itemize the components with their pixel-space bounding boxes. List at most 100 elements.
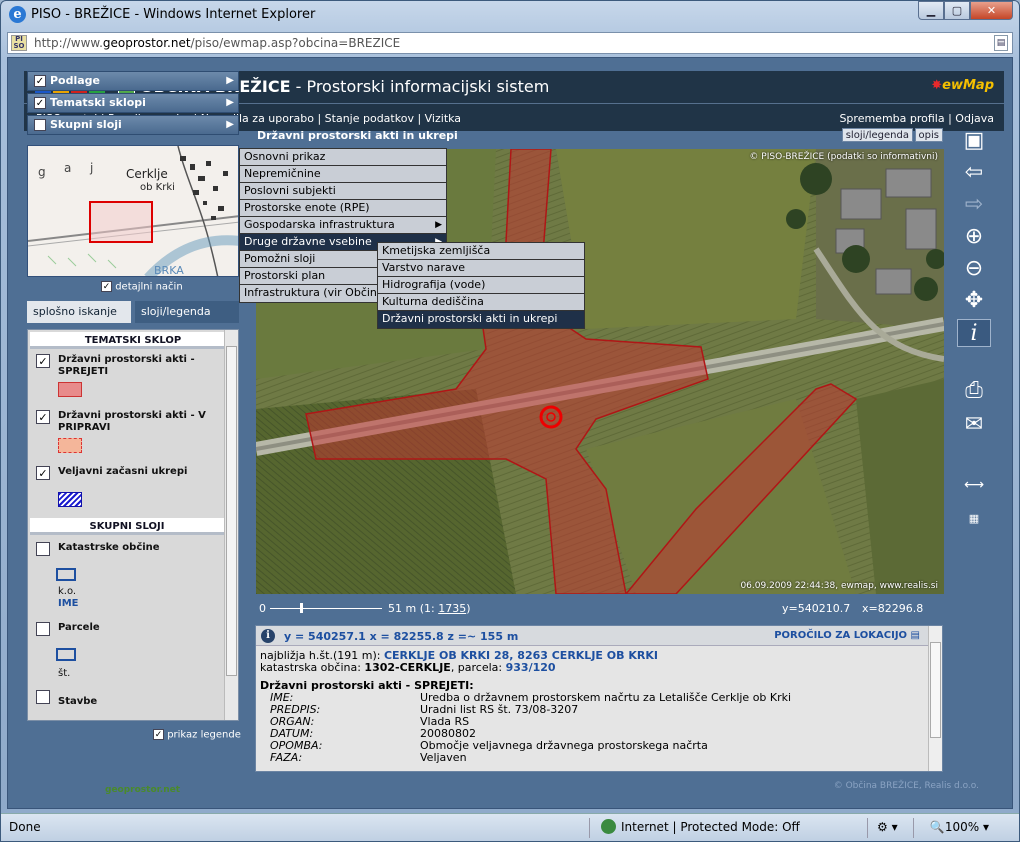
svg-text:j: j [89,161,93,175]
page-dropdown-icon[interactable]: ▤ [994,35,1008,51]
show-legend-toggle[interactable]: ✓ prikaz legende [153,729,241,741]
ewmap-logo: ✸ewMap [931,78,994,93]
svg-text:Cerklje: Cerklje [126,167,168,181]
submenu-item[interactable]: Kulturna dediščina [378,294,584,311]
info-attributes: IME: Uredba o državnem prostorskem načrtu… [270,691,792,764]
description-button[interactable]: opis [914,128,943,142]
menu-item[interactable]: Osnovni prikaz [240,149,446,166]
parcel-link[interactable]: 933/120 [506,661,556,674]
menu-item[interactable]: Nepremičnine [240,166,446,183]
checkbox[interactable]: ✓ [36,466,50,480]
legend-section-title: SKUPNI SLOJI [30,518,224,535]
checkbox[interactable]: ✓ [36,354,50,368]
chevron-right-icon: ▶ [226,97,234,108]
zoom-in-icon[interactable]: ⊕ [957,223,991,251]
document-icon: ▤ [910,630,920,641]
submenu-item[interactable]: Državni prostorski akti in ukrepi [378,311,584,328]
checkbox[interactable] [36,690,50,704]
checkbox[interactable] [36,542,50,556]
svg-text:BRKA: BRKA [154,264,184,277]
print-icon[interactable]: ⎙ [957,377,991,405]
left-panel: ✓ Podlage ▶ ✓ Tematski sklopi ▶ Skupni sloji… [27,71,241,795]
tab-layers-legend[interactable]: sloji/legenda [135,301,239,323]
protected-mode-icon[interactable]: ⚙ ▾ [877,820,898,834]
layers-legend-button[interactable]: sloji/legenda [841,128,913,142]
checkbox[interactable]: ✓ [153,729,164,740]
security-zone[interactable]: Internet | Protected Mode: Off [621,820,800,834]
info-coordinates: y = 540257.1 x = 82255.8 z =~ 155 m [284,630,519,643]
chevron-right-icon: ▶ [435,220,442,230]
svg-text:a: a [64,161,71,175]
chevron-right-icon: ▶ [226,75,234,86]
title-bar: e PISO - BREŽICE - Windows Internet Expl… [1,1,1019,29]
legend-symbol [58,382,82,397]
map-overview-icon[interactable]: ▣ [957,127,991,155]
submenu: Kmetijska zemljišča Varstvo narave Hidro… [377,242,585,329]
status-bar: Done Internet | Protected Mode: Off ⚙ ▾ … [1,813,1019,841]
ie-icon: e [9,6,26,23]
legend-symbol [58,492,82,507]
browser-window: e PISO - BREŽICE - Windows Internet Expl… [0,0,1020,842]
menu-item-with-submenu[interactable]: Gospodarska infrastruktura ▶ [240,217,446,234]
dkn-icon[interactable]: ▦ [957,505,991,533]
nav-profile-links[interactable]: Sprememba profila | Odjava [839,112,994,125]
legend-symbol [58,438,82,453]
scale-link[interactable]: 1735 [438,602,466,615]
zoom-level[interactable]: 🔍100% ▾ [930,820,989,834]
checkbox[interactable] [36,622,50,636]
map-copyright: © PISO-BREŽICE (podatki so informativni) [749,152,938,162]
submenu-item[interactable]: Hidrografija (vode) [378,277,584,294]
submenu-item[interactable]: Varstvo narave [378,260,584,277]
pan-icon[interactable]: ✥ [957,287,991,315]
info-icon: i [261,629,275,643]
scale-bar: 0 51 m (1: 1735) y=540210.7 x=82296.8 [259,602,924,615]
submenu-item[interactable]: Kmetijska zemljišča [378,243,584,260]
window-title: PISO - BREŽICE - Windows Internet Explor… [31,7,316,22]
checkbox[interactable] [34,119,46,131]
tab-search[interactable]: splošno iskanje [27,301,131,323]
scale-slider-handle[interactable] [300,603,303,613]
legend-panel: TEMATSKI SKLOP ✓ Državni prostorski akti … [27,329,239,721]
app-copyright: © Občina BREŽICE, Realis d.o.o. [833,781,979,791]
legend-sub-label: IME [58,598,79,609]
map-toolbar: ▣ ⇦ ⇨ ⊕ ⊖ ✥ i ⎙ ✉ ⟷ ▦ [957,127,991,537]
checkbox[interactable]: ✓ [34,97,46,109]
checkbox[interactable]: ✓ [101,281,112,292]
menu-item[interactable]: Prostorske enote (RPE) [240,200,446,217]
info-scrollbar[interactable] [928,626,942,771]
detail-mode-toggle[interactable]: ✓ detajlni način [101,281,183,293]
forward-arrow-icon[interactable]: ⇨ [957,191,991,219]
back-arrow-icon[interactable]: ⇦ [957,159,991,187]
page-icon: PI SO [11,35,27,51]
menu-item[interactable]: Poslovni subjekti [240,183,446,200]
legend-sub-label: k.o. [58,586,77,597]
layer-skupni-sloji[interactable]: Skupni sloji ▶ [27,115,239,135]
map-title: Državni prostorski akti in ukrepi [257,129,458,142]
status-text: Done [9,820,41,834]
checkbox[interactable]: ✓ [36,410,50,424]
address-bar[interactable]: PI SO http://www.geoprostor.net/piso/ewma… [7,32,1013,54]
legend-scrollbar[interactable] [224,330,238,720]
mail-icon[interactable]: ✉ [957,411,991,439]
location-report-link[interactable]: POROČILO ZA LOKACIJO ▤ [774,630,920,641]
close-button[interactable]: ✕ [970,1,1013,20]
layer-tematski-sklopi[interactable]: ✓ Tematski sklopi ▶ [27,93,239,113]
coord-x: x=82296.8 [862,602,924,615]
minimize-button[interactable]: ▁ [918,1,944,20]
address-url[interactable]: http://www.geoprostor.net/piso/ewmap.asp… [34,36,400,50]
maximize-button[interactable]: ▢ [944,1,970,20]
map-header: Državni prostorski akti in ukrepi sloji/… [251,127,945,145]
globe-icon [601,819,616,834]
geoprostor-logo: geoprostor.net [105,785,181,795]
legend-symbol [56,568,76,581]
coord-y: y=540210.7 [782,602,851,615]
checkbox[interactable]: ✓ [34,75,46,87]
layer-podlage[interactable]: ✓ Podlage ▶ [27,71,239,91]
svg-text:ob Krki: ob Krki [140,182,175,193]
legend-symbol [56,648,76,661]
zoom-out-icon[interactable]: ⊖ [957,255,991,283]
overview-map[interactable]: Cerklje ob Krki g a j BRKA [27,145,239,277]
measure-icon[interactable]: ⟷ [957,471,991,499]
svg-text:g: g [38,165,46,179]
info-tool-icon[interactable]: i [957,319,991,347]
